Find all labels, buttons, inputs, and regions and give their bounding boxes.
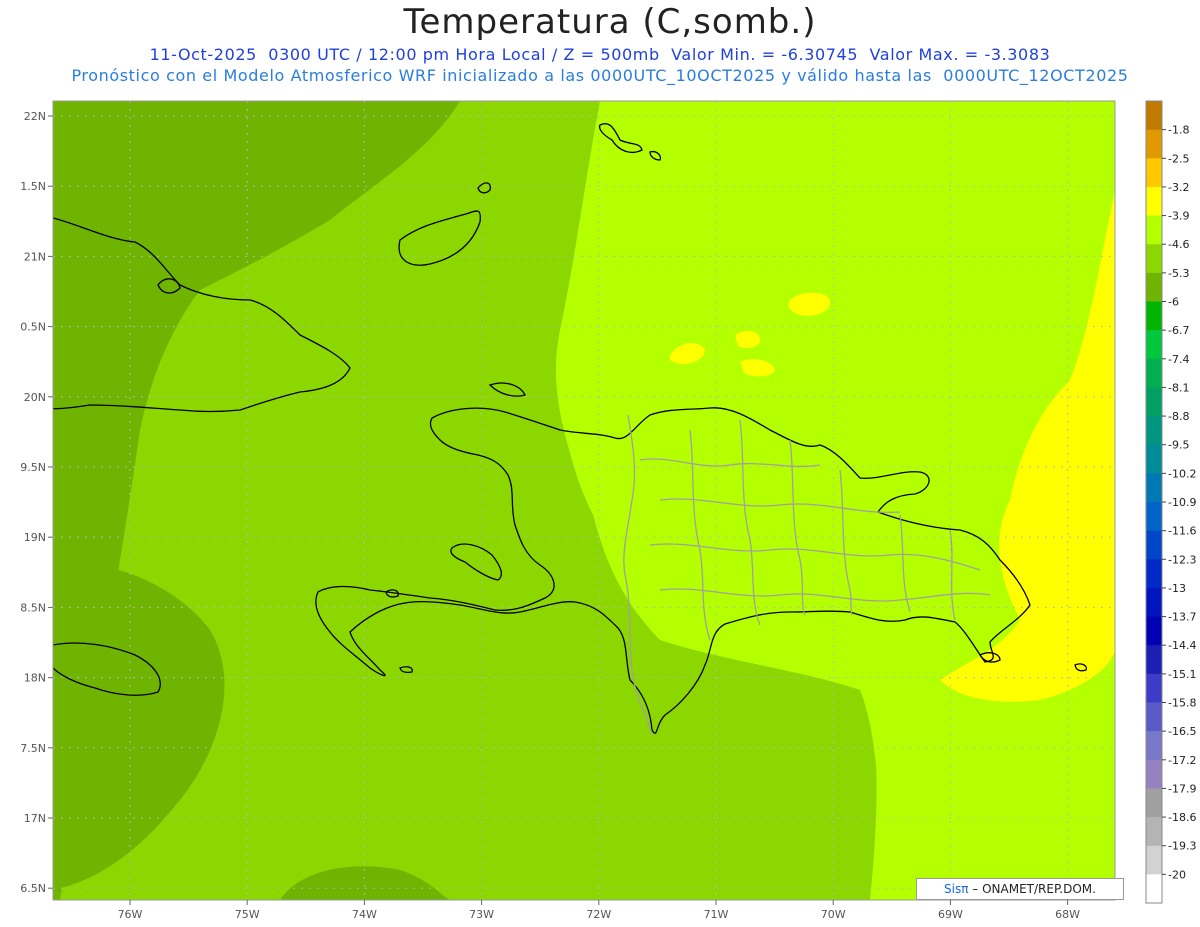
colorbar-label: -12.3 <box>1168 553 1196 566</box>
colorbar-swatch <box>1146 530 1162 560</box>
colorbar-label: -17.2 <box>1168 754 1196 767</box>
lon-label: 76W <box>118 908 143 921</box>
lon-label: 75W <box>235 908 260 921</box>
colorbar-label: -7.4 <box>1168 353 1189 366</box>
colorbar-swatch <box>1146 272 1162 302</box>
lat-axis: 22N 1.5N 21N 0.5N 20N 9.5N 19N 8.5N 18N 7.5N 17N 6.… <box>20 110 53 895</box>
colorbar-label: -15.8 <box>1168 697 1196 710</box>
colorbar-label: -6.7 <box>1168 324 1189 337</box>
colorbar-swatch <box>1146 616 1162 646</box>
colorbar-label: -6 <box>1168 296 1179 309</box>
colorbar-swatch <box>1146 444 1162 474</box>
colorbar-swatch <box>1146 129 1162 159</box>
colorbar-swatch <box>1146 673 1162 703</box>
colorbar-label: -3.2 <box>1168 181 1189 194</box>
colorbar-swatch <box>1146 645 1162 675</box>
colorbar-swatch <box>1146 759 1162 789</box>
colorbar-label: -1.8 <box>1168 124 1189 137</box>
lon-label: 69W <box>938 908 963 921</box>
colorbar-swatch <box>1146 702 1162 732</box>
colorbar-swatch <box>1146 416 1162 446</box>
colorbar-swatch <box>1146 387 1162 417</box>
colorbar-swatch <box>1146 244 1162 274</box>
colorbar-swatch <box>1146 559 1162 589</box>
credit-box: Sisπ – ONAMET/REP.DOM. <box>916 878 1124 900</box>
colorbar-label: -10.9 <box>1168 496 1196 509</box>
lon-label: 74W <box>352 908 377 921</box>
colorbar-swatch <box>1146 301 1162 331</box>
colorbar-swatch <box>1146 186 1162 217</box>
colorbar-swatch <box>1146 502 1162 532</box>
colorbar-swatch <box>1146 358 1162 388</box>
colorbar-swatch <box>1146 330 1162 360</box>
lat-label: 18N <box>24 672 46 685</box>
lat-label: 17N <box>24 812 46 825</box>
lat-label: 6.5N <box>20 882 46 895</box>
colorbar-label: -13 <box>1168 582 1186 595</box>
colorbar-swatch <box>1146 817 1162 847</box>
chart-title: Temperatura (C,somb.) <box>403 2 817 42</box>
lat-label: 0.5N <box>20 321 46 334</box>
lat-label: 1.5N <box>20 180 46 193</box>
lon-label: 71W <box>704 908 729 921</box>
colorbar-swatch <box>1146 874 1162 904</box>
colorbar-label: -3.9 <box>1168 210 1189 223</box>
colorbar-label: -9.5 <box>1168 439 1189 452</box>
colorbar-label: -11.6 <box>1168 525 1196 538</box>
map-figure: 22N 1.5N 21N 0.5N 20N 9.5N 19N 8.5N 18N 7.5N 17N 6.… <box>20 100 1196 921</box>
colorbar-label: -10.2 <box>1168 467 1196 480</box>
lat-label: 7.5N <box>20 742 46 755</box>
colorbar-label: -19.3 <box>1168 840 1196 853</box>
lat-label: 21N <box>24 250 46 263</box>
lon-label: 70W <box>821 908 846 921</box>
lat-label: 8.5N <box>20 601 46 614</box>
colorbar-swatch <box>1146 101 1162 131</box>
lon-label: 73W <box>469 908 494 921</box>
colorbar-label: -8.8 <box>1168 410 1189 423</box>
colorbar-label: -13.7 <box>1168 611 1196 624</box>
lon-axis: 76W 75W 74W 73W 72W 71W 70W 69W 68W <box>118 900 1080 921</box>
colorbar-swatch <box>1146 731 1162 761</box>
colorbar-swatch <box>1146 473 1162 503</box>
colorbar-label: -8.1 <box>1168 381 1189 394</box>
lon-label: 68W <box>1055 908 1080 921</box>
colorbar-label: -14.4 <box>1168 639 1196 652</box>
colorbar-label: -20 <box>1168 868 1186 881</box>
colorbar-swatch <box>1146 215 1162 245</box>
colorbar-label: -5.3 <box>1168 267 1189 280</box>
lon-label: 72W <box>586 908 611 921</box>
lat-label: 22N <box>24 110 46 123</box>
colorbar-swatch <box>1146 587 1162 618</box>
credit-text: – ONAMET/REP.DOM. <box>972 882 1096 896</box>
colorbar-label: -16.5 <box>1168 725 1196 738</box>
subtitle-run-info: 11-Oct-2025 0300 UTC / 12:00 pm Hora Loc… <box>149 45 1051 64</box>
colorbar-label: -2.5 <box>1168 152 1189 165</box>
subtitle-model-info: Pronóstico con el Modelo Atmosferico WRF… <box>71 66 1129 85</box>
colorbar-swatch <box>1146 788 1162 818</box>
colorbar-label: -4.6 <box>1168 238 1189 251</box>
field-yellow-blob-3 <box>735 330 760 348</box>
colorbar-label: -18.6 <box>1168 811 1196 824</box>
colorbar-label: -15.1 <box>1168 668 1196 681</box>
colorbar-label: -17.9 <box>1168 782 1196 795</box>
colorbar-swatch <box>1146 158 1162 188</box>
lat-label: 19N <box>24 531 46 544</box>
credit-brand: Sisπ <box>944 882 969 896</box>
lat-label: 20N <box>24 391 46 404</box>
colorbar-swatch <box>1146 845 1162 875</box>
colorbar: -1.8 -2.5 -3.2 -3.9 -4.6 -5.3 -6 -6.7 -7.4 -8.1 -8… <box>1145 100 1196 904</box>
lat-label: 9.5N <box>20 461 46 474</box>
